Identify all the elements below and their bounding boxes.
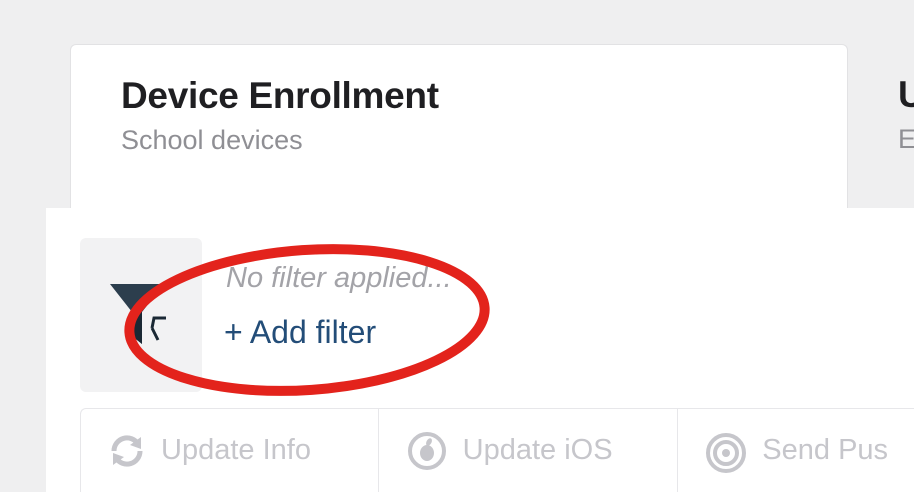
apple-update-icon xyxy=(405,429,449,473)
update-info-button[interactable]: Update Info xyxy=(81,409,379,492)
send-push-button[interactable]: Send Pus xyxy=(678,409,914,492)
send-push-label: Send Pus xyxy=(762,434,889,466)
tab-next-title: U xyxy=(898,74,914,115)
action-toolbar: Update Info Update iOS Send Pus xyxy=(80,408,914,492)
funnel-icon xyxy=(110,284,166,344)
filter-status-text: No filter applied... xyxy=(226,262,452,294)
tab-title: Device Enrollment xyxy=(121,75,439,116)
update-ios-button[interactable]: Update iOS xyxy=(379,409,679,492)
tab-next[interactable]: U E xyxy=(848,44,914,208)
broadcast-icon xyxy=(704,429,748,473)
tab-subtitle: School devices xyxy=(121,125,303,155)
filter-icon-box xyxy=(80,238,202,392)
update-ios-label: Update iOS xyxy=(462,434,613,466)
tab-next-subtitle: E xyxy=(898,124,914,154)
refresh-icon xyxy=(107,431,147,471)
add-filter-link[interactable]: + Add filter xyxy=(224,314,376,351)
update-info-label: Update Info xyxy=(161,434,311,466)
